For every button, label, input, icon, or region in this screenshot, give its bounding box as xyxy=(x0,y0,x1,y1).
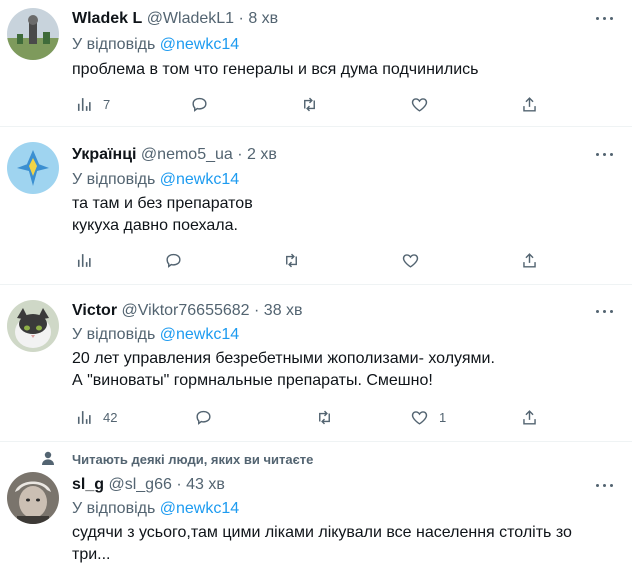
separator-dot: · xyxy=(237,146,243,163)
reply-mention-link[interactable]: @newkc14 xyxy=(160,500,239,517)
retweet-icon xyxy=(286,253,297,267)
username[interactable]: @sl_g66 xyxy=(108,476,171,493)
like-button[interactable] xyxy=(410,93,429,115)
analytics-count: 7 xyxy=(103,96,111,112)
display-name[interactable]: Victor xyxy=(72,302,117,319)
tweet[interactable]: Читають деякі люди, яких ви читаєте sl_g… xyxy=(0,442,632,575)
analytics-button[interactable]: 7 xyxy=(74,93,110,115)
retweet-button[interactable] xyxy=(315,406,334,428)
avatar[interactable] xyxy=(7,8,59,60)
reply-context: У відповідь @newkc14 xyxy=(72,499,239,519)
share-button[interactable] xyxy=(520,93,539,115)
separator-dot: · xyxy=(238,10,244,27)
avatar[interactable] xyxy=(7,472,59,524)
reply-button[interactable] xyxy=(194,406,213,428)
reply-prefix: У відповідь xyxy=(72,500,156,517)
share-icon xyxy=(523,96,536,112)
display-name[interactable]: Українці xyxy=(72,146,136,163)
retweet-icon xyxy=(319,410,330,424)
tweet-header: Українці @nemo5_ua · 2 хв xyxy=(72,145,277,165)
analytics-icon xyxy=(77,97,91,111)
analytics-button[interactable] xyxy=(74,249,103,271)
tweet[interactable]: Victor @Viktor76655682 · 38 хв У відпові… xyxy=(0,285,632,442)
reply-button[interactable] xyxy=(190,93,209,115)
analytics-count: 42 xyxy=(103,409,118,425)
like-icon xyxy=(411,97,428,112)
reply-prefix: У відповідь xyxy=(72,171,156,188)
separator-dot: · xyxy=(176,476,182,493)
retweet-button[interactable] xyxy=(300,93,319,115)
timestamp[interactable]: 8 хв xyxy=(248,10,278,27)
username[interactable]: @Viktor76655682 xyxy=(122,302,250,319)
like-icon xyxy=(402,253,419,268)
tweet-text: 20 лет управления безребетными жополизам… xyxy=(72,350,495,389)
timestamp[interactable]: 38 хв xyxy=(264,302,303,319)
tweet-header: Wladek L @WladekL1 · 8 хв xyxy=(72,9,278,29)
timestamp[interactable]: 43 хв xyxy=(186,476,225,493)
more-icon[interactable] xyxy=(596,15,616,23)
reply-mention-link[interactable]: @newkc14 xyxy=(160,36,239,53)
more-icon[interactable] xyxy=(596,151,616,159)
reply-icon xyxy=(192,97,207,112)
reply-mention-link[interactable]: @newkc14 xyxy=(160,326,239,343)
username[interactable]: @nemo5_ua xyxy=(141,146,233,163)
like-button[interactable] xyxy=(401,249,420,271)
reply-prefix: У відповідь xyxy=(72,36,156,53)
tweet-text: та там и без препаратов кукуха давно пое… xyxy=(72,195,253,234)
separator-dot: · xyxy=(254,302,260,319)
reply-context: У відповідь @newkc14 xyxy=(72,35,239,55)
more-icon[interactable] xyxy=(596,482,616,490)
tweet-text: судячи з усього,там цими ліками лікували… xyxy=(72,524,572,563)
person-icon xyxy=(42,451,54,465)
reply-prefix: У відповідь xyxy=(72,326,156,343)
tweet[interactable]: Українці @nemo5_ua · 2 хв У відповідь @n… xyxy=(0,127,632,285)
more-icon[interactable] xyxy=(596,308,616,316)
tweet-text: проблема в том что генералы и вся дума п… xyxy=(72,61,479,78)
retweet-button[interactable] xyxy=(282,249,301,271)
share-button[interactable] xyxy=(520,406,539,428)
timestamp[interactable]: 2 хв xyxy=(247,146,277,163)
display-name[interactable]: Wladek L xyxy=(72,10,142,27)
username[interactable]: @WladekL1 xyxy=(147,10,234,27)
like-button[interactable]: 1 xyxy=(410,406,446,428)
reply-button[interactable] xyxy=(164,249,183,271)
share-button[interactable] xyxy=(520,249,539,271)
reply-context: У відповідь @newkc14 xyxy=(72,170,239,190)
retweet-icon xyxy=(304,97,315,111)
like-count: 1 xyxy=(439,409,447,425)
tweet-header: Victor @Viktor76655682 · 38 хв xyxy=(72,301,303,321)
analytics-button[interactable]: 42 xyxy=(74,406,117,428)
reply-mention-link[interactable]: @newkc14 xyxy=(160,171,239,188)
analytics-icon xyxy=(77,410,91,424)
display-name[interactable]: sl_g xyxy=(72,476,104,493)
avatar[interactable] xyxy=(7,142,59,194)
reply-context: У відповідь @newkc14 xyxy=(72,325,239,345)
share-icon xyxy=(523,252,536,268)
reply-icon xyxy=(166,253,181,268)
reply-icon xyxy=(196,410,211,425)
tweet[interactable]: Wladek L @WladekL1 · 8 хв У відповідь @n… xyxy=(0,0,632,127)
avatar[interactable] xyxy=(7,300,59,352)
like-icon xyxy=(411,410,428,425)
tweet-header: sl_g @sl_g66 · 43 хв xyxy=(72,475,225,495)
share-icon xyxy=(523,409,536,425)
analytics-icon xyxy=(77,253,91,267)
social-context: Читають деякі люди, яких ви читаєте xyxy=(72,452,314,467)
